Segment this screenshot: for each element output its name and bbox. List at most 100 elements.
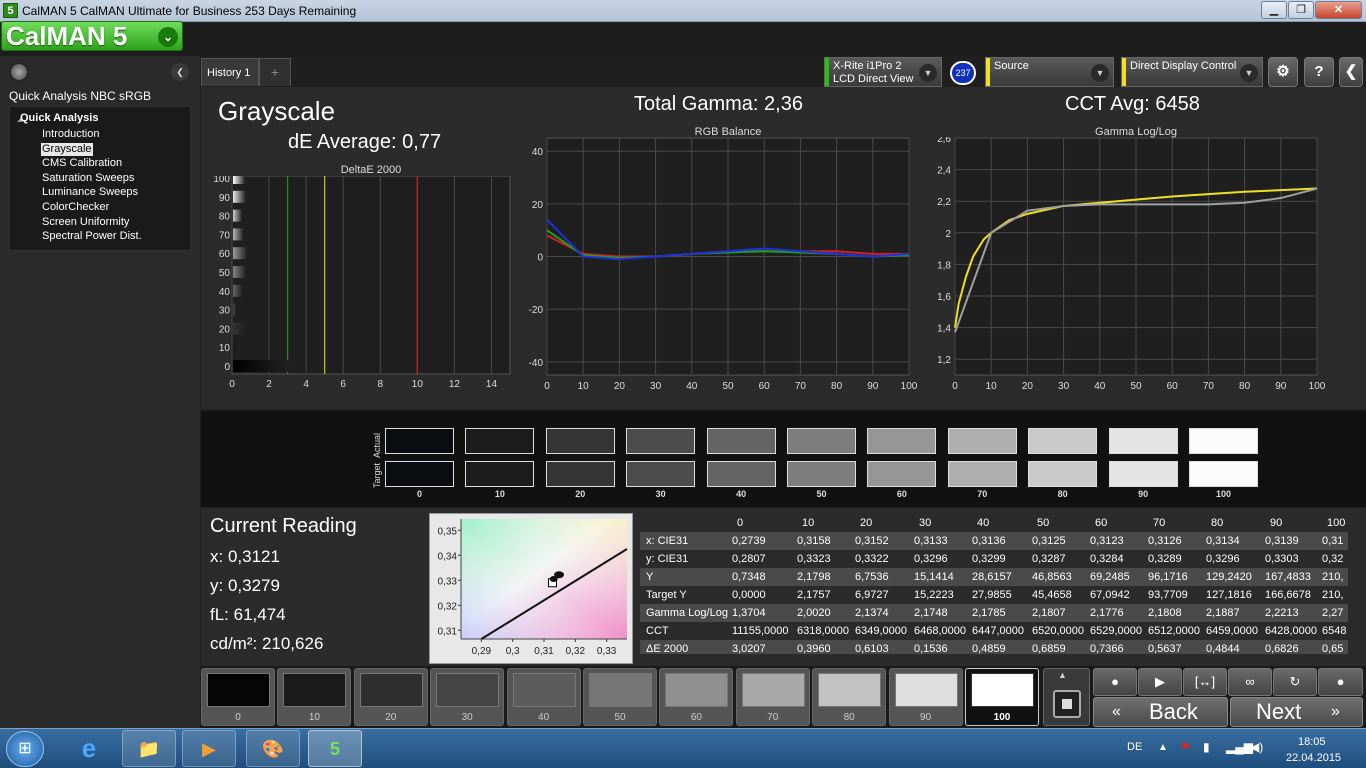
table-cell: 3,0207: [732, 643, 766, 654]
patch-button[interactable]: 10: [277, 668, 352, 726]
internet-explorer-icon[interactable]: e: [62, 730, 116, 767]
sidebar-item[interactable]: ColorChecker: [41, 201, 110, 214]
swatch-actual: [947, 428, 1017, 454]
collapse-right-button[interactable]: ❮: [1339, 57, 1363, 87]
table-cell: 45,4658: [1032, 589, 1072, 601]
table-cell: 6318,0000: [797, 625, 849, 637]
cie-ytick: 0,34: [438, 551, 458, 562]
volume-icon[interactable]: ◀): [1250, 740, 1263, 754]
calman-taskbar-icon[interactable]: 5: [308, 730, 362, 767]
up-arrow-icon[interactable]: ▲: [1058, 670, 1067, 680]
column-header: 90: [1270, 517, 1283, 529]
explorer-icon[interactable]: 📁: [122, 730, 176, 767]
patch-button[interactable]: 90: [888, 668, 963, 726]
table-cell: 0,4844: [1206, 643, 1240, 654]
table-cell: 0,3296: [914, 553, 948, 565]
sidebar-item[interactable]: Luminance Sweeps: [41, 186, 139, 199]
deltae-ytick: 0: [224, 362, 230, 373]
sidebar-item[interactable]: Saturation Sweeps: [41, 172, 135, 185]
patch-button[interactable]: 80: [812, 668, 887, 726]
target-row-label: Target: [372, 462, 382, 488]
swatch-actual: [1189, 428, 1258, 454]
patch-label: 60: [690, 712, 702, 723]
actual-row-label: Actual: [372, 432, 382, 458]
back-button[interactable]: « Back: [1093, 697, 1228, 727]
circle-icon: ●: [1336, 674, 1345, 689]
maximize-button[interactable]: ❐: [1288, 1, 1314, 19]
minimize-button[interactable]: ▁: [1261, 1, 1287, 19]
column-header: 60: [1095, 517, 1108, 529]
table-cell: 0,6826: [1265, 643, 1299, 654]
settings-button[interactable]: ⚙: [1268, 57, 1298, 87]
table-cell: 2,1374: [855, 607, 889, 619]
xtick-label: 60: [759, 381, 771, 392]
sidebar-item[interactable]: Screen Uniformity: [41, 216, 130, 229]
table-cell: 67,0942: [1090, 589, 1130, 601]
patch-button[interactable]: 40: [506, 668, 581, 726]
stop-measure-button[interactable]: [1053, 690, 1081, 718]
patch-button[interactable]: 100: [965, 668, 1039, 726]
ytick-label: 1,2: [937, 355, 951, 366]
deltae-xtick: 4: [303, 379, 309, 390]
patch-button[interactable]: 60: [659, 668, 734, 726]
display-status-bar: [1122, 58, 1126, 86]
deltae-xtick: 14: [486, 379, 498, 390]
patch-label: 100: [993, 712, 1011, 723]
patch-button[interactable]: 30: [430, 668, 505, 726]
media-player-icon[interactable]: ▶: [182, 730, 236, 767]
back-label: Back: [1149, 699, 1198, 724]
sidebar-item[interactable]: CMS Calibration: [41, 157, 123, 170]
read-button[interactable]: ▶: [1138, 668, 1182, 696]
show-hidden-icons[interactable]: ▲: [1158, 742, 1168, 753]
patch-button[interactable]: 20: [353, 668, 428, 726]
row-label: y: CIE31: [646, 553, 689, 565]
ytick-label: 40: [532, 147, 544, 158]
network-icon[interactable]: ▂▄▆: [1226, 740, 1253, 754]
display-selector[interactable]: Direct Display Control ▼: [1121, 57, 1263, 87]
patch-button[interactable]: 70: [735, 668, 810, 726]
ytick-label: 1,4: [937, 324, 951, 335]
patch-label: 20: [385, 712, 397, 723]
table-scrollbar[interactable]: [1349, 530, 1359, 654]
sidebar-item[interactable]: Grayscale: [41, 142, 93, 156]
action-center-icon[interactable]: ⚑: [1180, 740, 1191, 754]
xtick-label: 60: [1167, 381, 1179, 392]
ytick-label: 20: [532, 200, 544, 211]
ytick-label: 2: [945, 229, 951, 240]
windows-start-button[interactable]: ⊞: [6, 731, 44, 767]
chevron-down-icon: ▼: [1091, 64, 1109, 82]
source-selector[interactable]: Source ▼: [985, 57, 1114, 87]
sidebar-item[interactable]: Introduction: [41, 128, 100, 141]
clock-time[interactable]: 18:05: [1298, 736, 1326, 748]
language-indicator[interactable]: DE: [1127, 741, 1142, 753]
workflow-status-icon[interactable]: [10, 63, 28, 81]
swatch-target: [1189, 461, 1258, 487]
deltae-ytick: 70: [219, 230, 231, 241]
sidebar-collapse-button[interactable]: ❮: [171, 63, 189, 81]
table-cell: 15,1414: [914, 571, 954, 583]
column-header: 80: [1211, 517, 1224, 529]
options-button[interactable]: ●: [1318, 668, 1363, 696]
deltae-chart: 0 2 4 6 8 10 12 14 0 10 20 30 40 50 60 70 80 90 100: [213, 176, 511, 390]
table-cell: 6468,0000: [914, 625, 966, 637]
help-button[interactable]: ?: [1304, 57, 1334, 87]
meter-badge[interactable]: 237: [950, 61, 976, 85]
close-button[interactable]: ✕: [1315, 1, 1362, 19]
stop-button[interactable]: ●: [1093, 668, 1137, 696]
sidebar-item[interactable]: Spectral Power Dist.: [41, 230, 143, 243]
read-series-button[interactable]: [↔]: [1183, 668, 1227, 696]
next-button[interactable]: Next »: [1230, 697, 1363, 727]
calman-logo-button[interactable]: CalMAN 5 ⌄: [1, 21, 183, 51]
tree-group-quick-analysis[interactable]: Quick Analysis: [20, 112, 98, 124]
auto-cal-button[interactable]: ↻: [1273, 668, 1317, 696]
tab-history-1[interactable]: History 1: [201, 58, 259, 86]
table-cell: 0,7366: [1090, 643, 1124, 654]
add-tab-button[interactable]: +: [259, 58, 291, 86]
paint-icon[interactable]: 🎨: [246, 730, 300, 767]
patch-button[interactable]: 50: [583, 668, 657, 726]
clock-date[interactable]: 22.04.2015: [1286, 752, 1341, 764]
patch-button[interactable]: 0: [201, 668, 275, 726]
power-icon[interactable]: ▮: [1203, 740, 1210, 754]
meter-selector[interactable]: X-Rite i1Pro 2 LCD Direct View ▼: [824, 57, 942, 87]
continuous-button[interactable]: ∞: [1228, 668, 1272, 696]
